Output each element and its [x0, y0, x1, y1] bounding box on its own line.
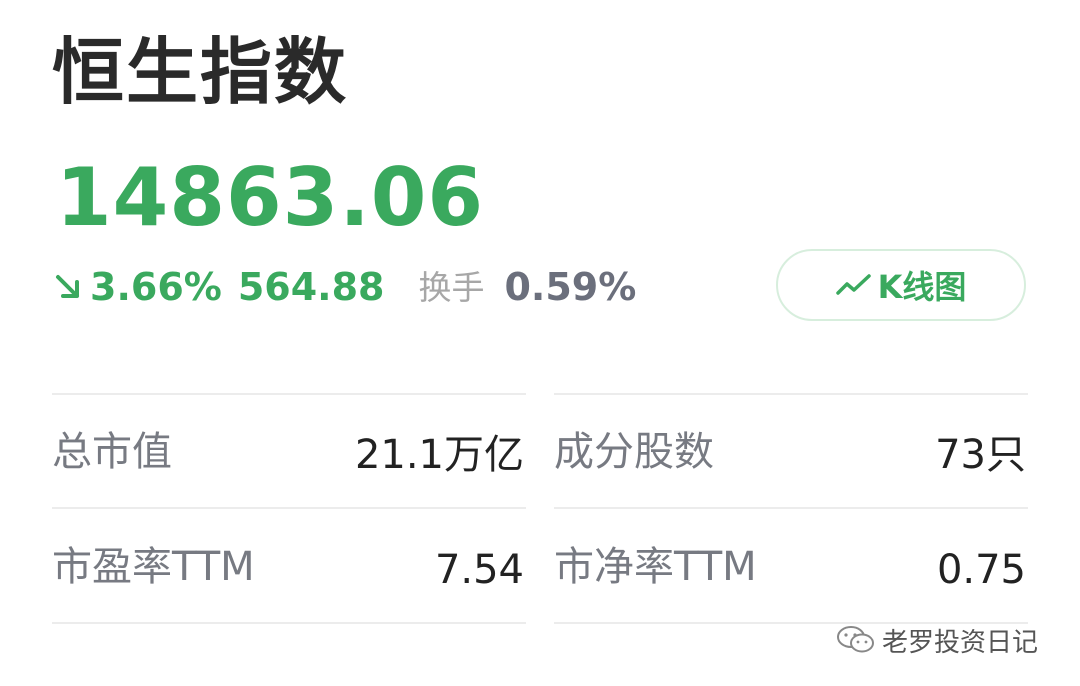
- divider: [554, 507, 1028, 509]
- divider: [52, 622, 526, 624]
- pb-ttm-value: 0.75: [936, 547, 1026, 593]
- divider: [554, 393, 1028, 395]
- index-title: 恒生指数: [52, 30, 349, 114]
- total-market-cap-value: 21.1万亿: [354, 432, 524, 478]
- turnover-value: 0.59%: [504, 265, 637, 309]
- pe-ttm-value: 7.54: [434, 547, 524, 593]
- kline-button-label: K线图: [877, 268, 967, 306]
- change-percent: 3.66%: [90, 265, 222, 309]
- pe-ttm-label: 市盈率TTM: [52, 544, 255, 590]
- watermark-text: 老罗投资日记: [882, 627, 1039, 658]
- constituents-label: 成分股数: [554, 429, 714, 475]
- trend-line-icon: [835, 274, 871, 295]
- pb-ttm-label: 市净率TTM: [554, 544, 757, 590]
- constituents-value: 73只: [935, 432, 1026, 478]
- total-market-cap-label: 总市值: [52, 429, 172, 475]
- divider: [52, 507, 526, 509]
- divider: [52, 393, 526, 395]
- change-amount: 564.88: [237, 265, 385, 309]
- wechat-icon: [837, 626, 874, 653]
- change-row: 3.66% 564.88 换手 0.59%: [52, 262, 636, 312]
- arrow-down-right-icon: [56, 275, 79, 298]
- index-detail-page: 恒生指数 14863.06 3.66% 564.88 换手 0.59% K线图 …: [0, 0, 1080, 686]
- turnover-label: 换手: [418, 267, 485, 307]
- watermark: 老罗投资日记: [836, 620, 1038, 660]
- index-price: 14863.06: [56, 151, 485, 244]
- kline-chart-button[interactable]: K线图: [776, 249, 1026, 321]
